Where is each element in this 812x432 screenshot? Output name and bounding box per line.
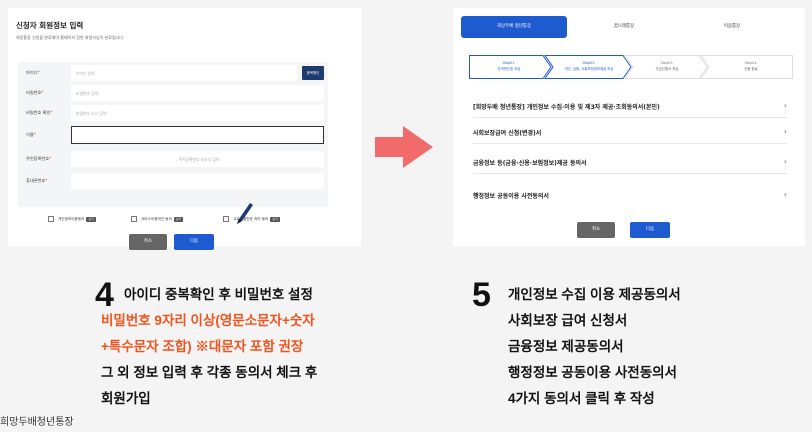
left-caption-line-5: 회원가입 [101, 391, 151, 406]
consent-item-social-security[interactable]: 사회보장급여 신청(변경)서 › [473, 122, 787, 144]
consent-item-label: 행정정보 공동이용 사전동의서 [473, 193, 549, 200]
consent-item-label: 사회보장급여 신청(변경)서 [473, 130, 542, 137]
next-button[interactable]: 다음 [630, 222, 670, 238]
consent-item-label: 금융정보 등(금융·신용·보험정보)제공 동의서 [473, 160, 587, 167]
step-4-number: Step04. [744, 61, 758, 65]
step-4-label: 신청 완료 [744, 67, 758, 71]
left-caption-line-1: 아이디 중복확인 후 비밀번호 설정 [124, 287, 313, 302]
step-3-label: 가입신청서 작성 [655, 67, 679, 71]
step-4: Step04. 신청 완료 [709, 55, 793, 79]
cancel-button[interactable]: 취소 [577, 222, 615, 238]
right-caption-line-3: 금융정보 제공동의서 [508, 339, 624, 354]
step-number-4: 4 [95, 276, 114, 314]
name-input[interactable] [71, 126, 324, 144]
account-tabs: 희망두배 청년통장 꿈나래통장 이음통장 [461, 16, 785, 38]
step-3-number: Step03. [660, 61, 674, 65]
page-subtitle: 희망통장 신청을 완료해야 홈페이지 일반 회원가입이 완료됩니다. [16, 35, 125, 40]
next-button[interactable]: 다음 [174, 234, 214, 250]
form-row-phone: 휴대폰번호* [18, 172, 328, 190]
form-row-id: 아이디* 아이디 입력 중복확인 [18, 64, 328, 82]
consent-item-admin-info[interactable]: 행정정보 공동이용 사전동의서 › [473, 185, 787, 207]
form-row-password: 비밀번호* 비밀번호 입력 [18, 84, 328, 102]
chevron-right-icon: › [783, 127, 787, 136]
page-title: 신청자 회원정보 입력 [16, 21, 84, 30]
right-caption-line-2: 사회보장 급여 신청서 [508, 313, 628, 328]
right-caption-line-5: 4가지 동의서 클릭 후 작성 [508, 391, 655, 406]
step-1-number: Step01. [502, 61, 516, 65]
consent-panel: 희망두배 청년통장 꿈나래통장 이음통장 Step01. 자격판단표 작성 St… [453, 8, 805, 246]
right-caption-line-1: 개인정보 수집 이용 제공동의서 [508, 287, 681, 302]
tab-kkumnarae[interactable]: 꿈나래통장 [571, 16, 677, 38]
agree-privacy-label: 개인정보이용동의 [58, 217, 85, 221]
member-info-panel: 신청자 회원정보 입력 희망통장 신청을 완료해야 홈페이지 일반 회원가입이 … [8, 8, 361, 250]
pen-cursor-icon [237, 203, 253, 224]
step-3: Step03. 가입신청서 작성 [629, 55, 705, 79]
field-label-password: 비밀번호* [26, 90, 44, 95]
field-label-name: 이름* [26, 132, 36, 137]
cancel-button[interactable]: 취소 [129, 234, 167, 250]
step-1: Step01. 자격판단표 작성 [469, 55, 549, 79]
field-label-password-confirm: 비밀번호 확인* [26, 110, 53, 115]
step-2-number: Step02. [582, 61, 596, 65]
chevron-right-icon: › [783, 190, 787, 199]
consent-item-privacy[interactable]: [희망두배 청년통장] 개인정보 수집·이용 및 제3자 제공·조회동의서(본인… [473, 96, 787, 118]
chevron-right-icon: › [783, 157, 787, 166]
field-label-id: 아이디* [26, 70, 40, 75]
tab-ieum[interactable]: 이음통장 [679, 16, 785, 38]
step-number-5: 5 [472, 276, 491, 314]
duplicate-check-button[interactable]: 중복확인 [302, 66, 324, 80]
right-caption-line-4: 행정정보 공동이용 사전동의서 [508, 365, 677, 380]
form-row-password-confirm: 비밀번호 확인* 비밀번호 다시 입력 [18, 104, 328, 122]
consent-item-label: [희망두배 청년통장] 개인정보 수집·이용 및 제3자 제공·조회동의서(본인… [473, 104, 660, 111]
agree-terms-checkbox[interactable] [131, 216, 137, 222]
phone-input[interactable] [71, 173, 324, 189]
left-caption-line-2: 비밀번호 9자리 이상(영문소문자+숫자 [101, 313, 315, 328]
agree-privacy-checkbox[interactable] [48, 216, 54, 222]
step-2-label: 개인, 금융, 사회보장정보제공 작성 [564, 67, 614, 71]
rrn-input[interactable]: - 주민등록번호 뒷자리 입력 [71, 151, 324, 167]
form-row-name: 이름* [18, 126, 328, 144]
view-privacy-button[interactable]: 보기 [86, 217, 96, 222]
password-confirm-input[interactable]: 비밀번호 다시 입력 [71, 105, 324, 121]
password-input[interactable]: 비밀번호 입력 [71, 85, 324, 101]
view-terms-button[interactable]: 보기 [173, 217, 184, 222]
agree-unique-id-checkbox[interactable] [223, 216, 229, 222]
agree-terms-label: 서비스이용약관 동의 [141, 217, 172, 221]
field-label-rrn: 주민등록번호* [26, 156, 52, 161]
step-2: Step02. 개인, 금융, 사회보장정보제공 작성 [549, 55, 629, 79]
arrow-right-icon [375, 126, 433, 168]
view-unique-id-button[interactable]: 보기 [270, 217, 280, 222]
brand-watermark: 희망두배청년통장 [0, 417, 74, 428]
field-label-phone: 휴대폰번호* [26, 178, 48, 183]
member-form: 아이디* 아이디 입력 중복확인 비밀번호* 비밀번호 입력 비밀번호 확인* … [18, 62, 328, 207]
consent-item-financial[interactable]: 금융정보 등(금융·신용·보험정보)제공 동의서 › [473, 152, 787, 174]
left-caption-line-3: +특수문자 조합) ※대문자 포함 권장 [101, 339, 304, 354]
left-caption-line-4: 그 외 정보 입력 후 각종 동의서 체크 후 [101, 365, 318, 380]
step-1-label: 자격판단표 작성 [497, 67, 521, 71]
chevron-right-icon: › [783, 101, 787, 110]
progress-steps: Step01. 자격판단표 작성 Step02. 개인, 금융, 사회보장정보제… [469, 55, 793, 79]
id-input[interactable]: 아이디 입력 [71, 65, 297, 81]
form-row-rrn: 주민등록번호* - 주민등록번호 뒷자리 입력 [18, 150, 328, 168]
tab-hope-double[interactable]: 희망두배 청년통장 [461, 16, 567, 38]
